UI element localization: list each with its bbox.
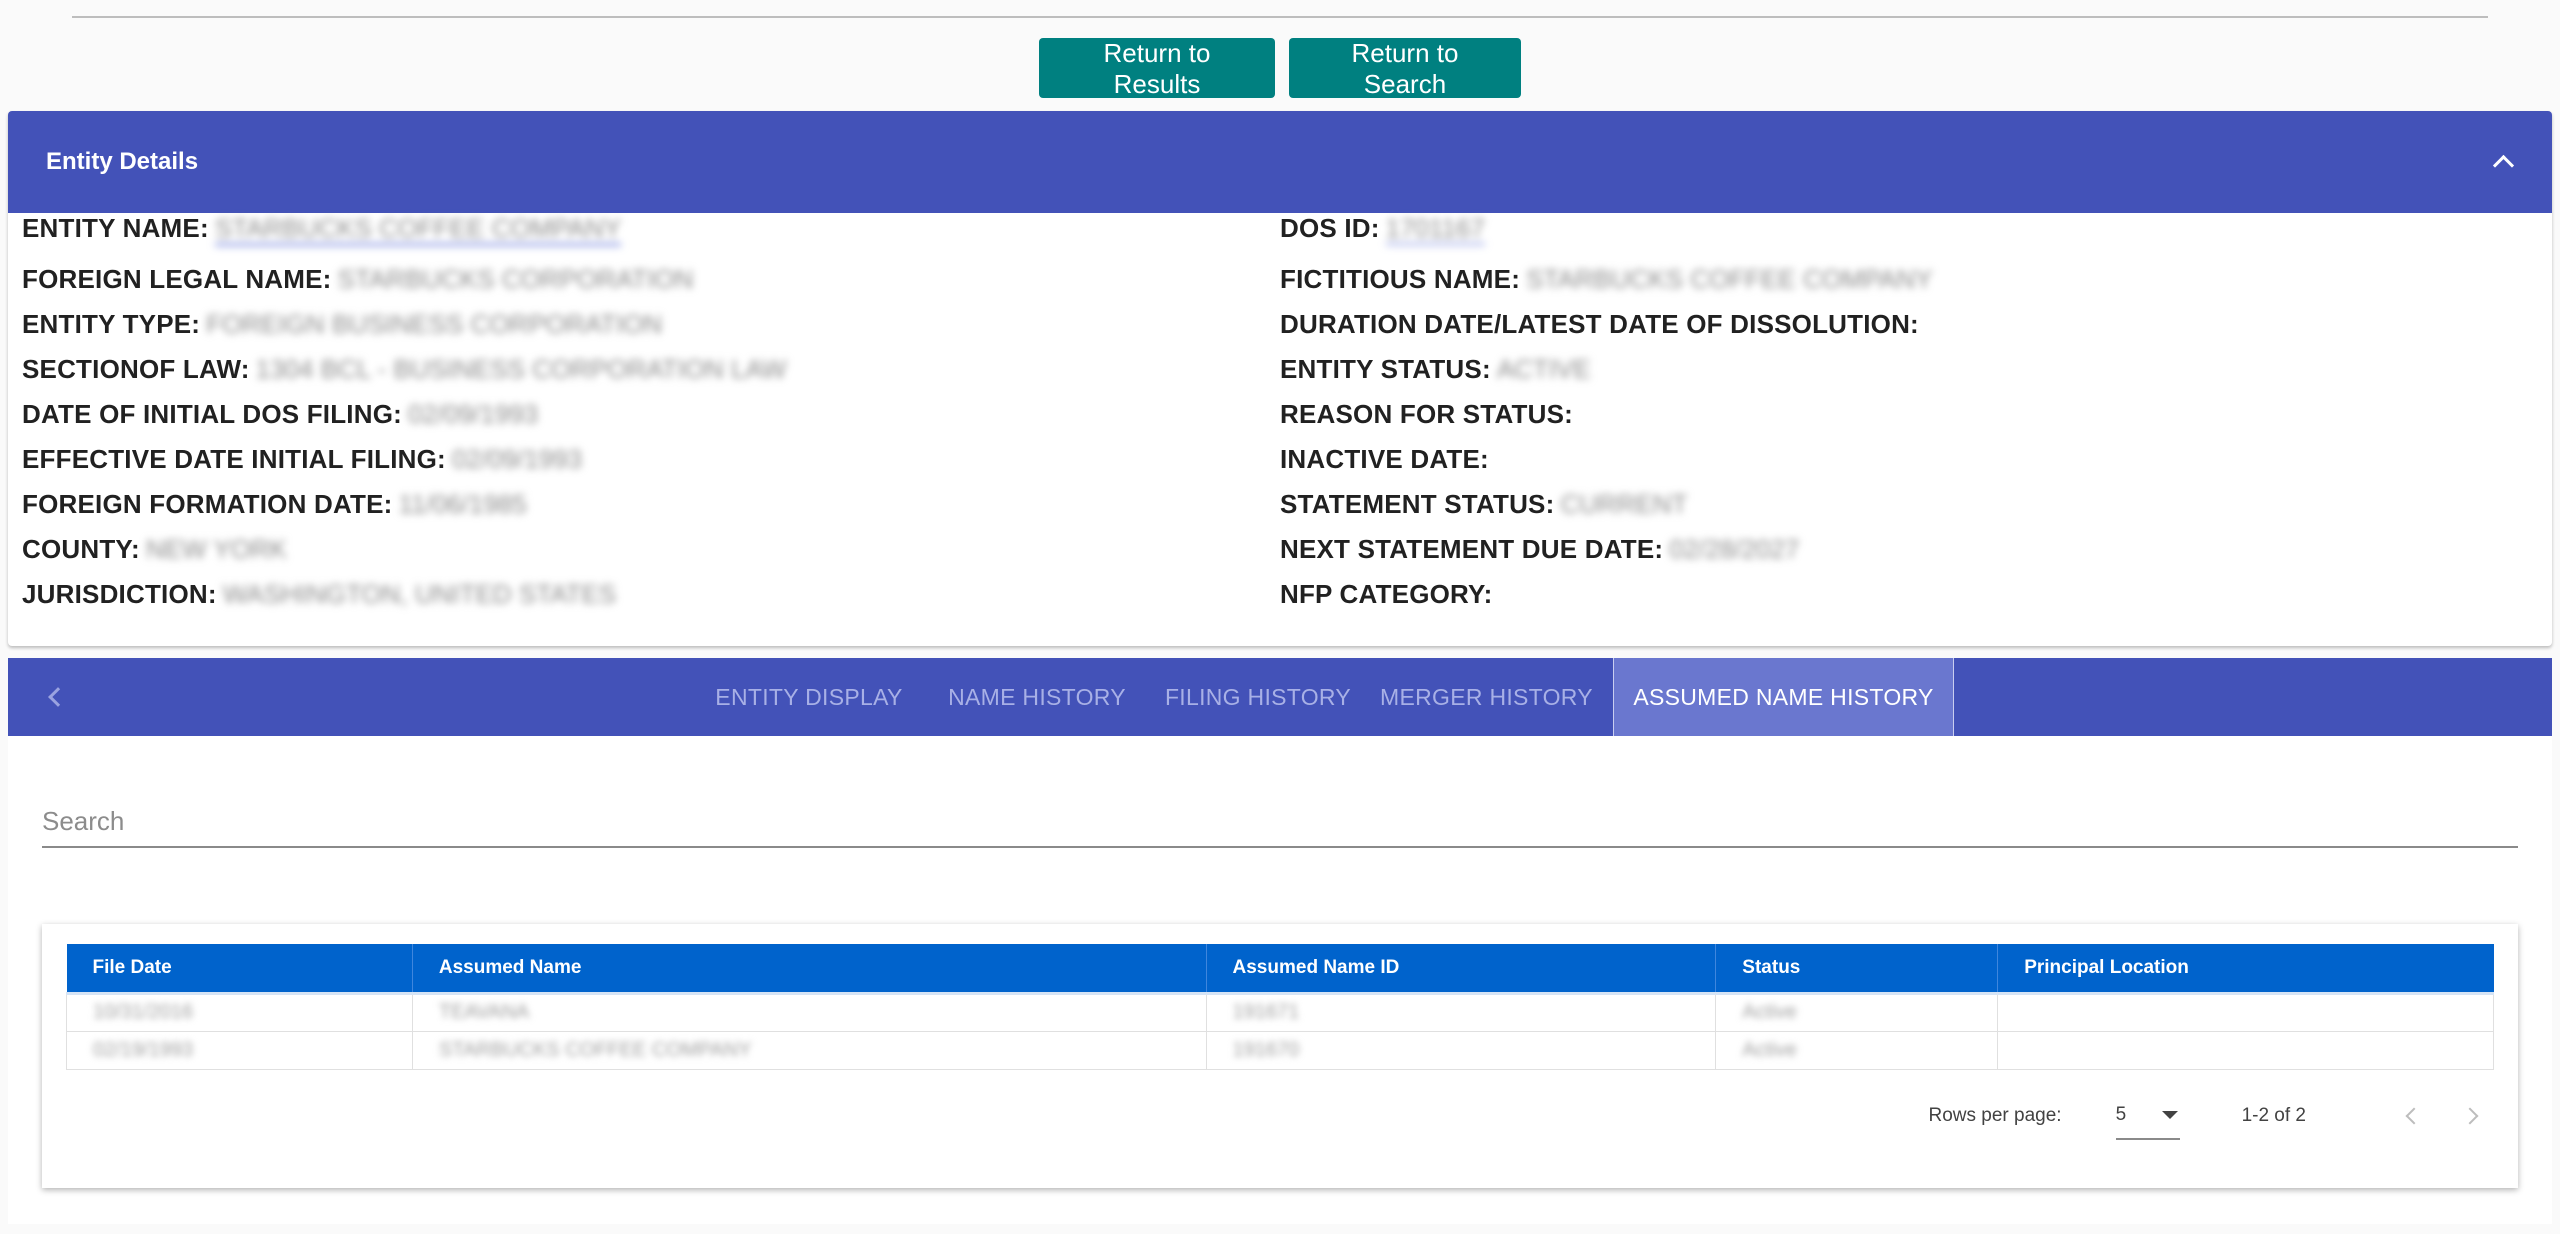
detail-value: 11/06/1985 bbox=[398, 489, 527, 519]
detail-label: REASON FOR STATUS: bbox=[1280, 399, 1573, 429]
detail-value: 1701167 bbox=[1385, 213, 1485, 245]
rows-per-page-value: 5 bbox=[2115, 1104, 2127, 1125]
rows-per-page-select[interactable]: 5 bbox=[2115, 1092, 2180, 1140]
detail-label: FOREIGN FORMATION DATE: bbox=[22, 489, 393, 519]
detail-label: NEXT STATEMENT DUE DATE: bbox=[1280, 534, 1664, 564]
tab-merger-history[interactable]: MERGER HISTORY bbox=[1380, 658, 1593, 736]
detail-value: 02/09/1993 bbox=[451, 444, 583, 474]
detail-label: JURISDICTION: bbox=[22, 579, 217, 609]
detail-label: NFP CATEGORY: bbox=[1280, 579, 1493, 609]
detail-label: DURATION DATE/LATEST DATE OF DISSOLUTION… bbox=[1280, 309, 1919, 339]
detail-row: COUNTY: NEW YORK bbox=[22, 527, 786, 572]
column-header-status[interactable]: Status bbox=[1715, 944, 1999, 993]
assumed-names-table: File Date Assumed Name Assumed Name ID S… bbox=[66, 944, 2494, 1070]
detail-row: ENTITY STATUS: ACTIVE bbox=[1280, 347, 1933, 392]
top-divider bbox=[72, 16, 2488, 18]
column-header-file-date[interactable]: File Date bbox=[66, 944, 413, 993]
detail-label: DATE OF INITIAL DOS FILING: bbox=[22, 399, 402, 429]
entity-details-header[interactable]: Entity Details bbox=[8, 111, 2552, 213]
search-input[interactable] bbox=[42, 798, 2518, 844]
entity-details-title: Entity Details bbox=[46, 148, 199, 175]
detail-label: ENTITY TYPE: bbox=[22, 309, 201, 339]
entity-details-card: Entity Details ENTITY NAME: STARBUCKS COF… bbox=[8, 111, 2552, 646]
detail-label: FICTITIOUS NAME: bbox=[1280, 264, 1521, 294]
detail-row: FOREIGN LEGAL NAME: STARBUCKS CORPORATION bbox=[22, 257, 786, 302]
previous-page-icon[interactable] bbox=[2400, 1104, 2424, 1128]
action-buttons: Return to Results Return to Search bbox=[0, 38, 2560, 99]
detail-row: NFP CATEGORY: bbox=[1280, 572, 1933, 617]
return-to-results-button[interactable]: Return to Results bbox=[1039, 38, 1275, 99]
detail-value: STARBUCKS COFFEE COMPANY bbox=[1526, 264, 1933, 294]
detail-label: EFFECTIVE DATE INITIAL FILING: bbox=[22, 444, 446, 474]
detail-value: STARBUCKS COFFEE COMPANY bbox=[214, 213, 622, 246]
cell-file-date: 10/31/2016 bbox=[66, 991, 413, 1032]
cell-assumed-name-id: 191671 bbox=[1206, 991, 1717, 1032]
tab-entity-display[interactable]: ENTITY DISPLAY bbox=[700, 658, 918, 736]
rows-per-page-label: Rows per page: bbox=[1928, 1105, 2062, 1126]
detail-value: 02/09/1993 bbox=[407, 399, 539, 429]
detail-value: WASHINGTON, UNITED STATES bbox=[222, 579, 617, 609]
dropdown-caret-icon bbox=[2161, 1111, 2178, 1119]
tabs-scroll-left-icon[interactable] bbox=[44, 685, 68, 709]
detail-value: 02/28/2027 bbox=[1669, 534, 1800, 564]
column-header-assumed-name[interactable]: Assumed Name bbox=[412, 944, 1207, 993]
detail-row: FOREIGN FORMATION DATE: 11/06/1985 bbox=[22, 482, 786, 527]
detail-row: REASON FOR STATUS: bbox=[1280, 392, 1933, 437]
cell-status: Active bbox=[1715, 1031, 1999, 1070]
detail-row: SECTIONOF LAW: 1304 BCL - BUSINESS CORPOR… bbox=[22, 347, 786, 392]
detail-value: NEW YORK bbox=[145, 534, 288, 564]
cell-assumed-name-id: 191670 bbox=[1206, 1031, 1717, 1070]
detail-row: NEXT STATEMENT DUE DATE: 02/28/2027 bbox=[1280, 527, 1933, 572]
cell-file-date: 02/19/1993 bbox=[66, 1031, 413, 1070]
detail-value: FOREIGN BUSINESS CORPORATION bbox=[206, 309, 663, 339]
collapse-chevron-up-icon[interactable] bbox=[2490, 150, 2514, 174]
column-header-principal-location[interactable]: Principal Location bbox=[1998, 944, 2494, 993]
detail-label: SECTIONOF LAW: bbox=[22, 354, 250, 384]
column-header-assumed-name-id[interactable]: Assumed Name ID bbox=[1206, 944, 1717, 993]
cell-principal-location bbox=[1997, 1031, 2494, 1070]
detail-label: INACTIVE DATE: bbox=[1280, 444, 1489, 474]
search-field bbox=[42, 798, 2518, 848]
detail-label: STATEMENT STATUS: bbox=[1280, 489, 1555, 519]
detail-row: FICTITIOUS NAME: STARBUCKS COFFEE COMPANY bbox=[1280, 257, 1933, 302]
detail-label: COUNTY: bbox=[22, 534, 140, 564]
detail-row: DURATION DATE/LATEST DATE OF DISSOLUTION… bbox=[1280, 302, 1933, 347]
assumed-names-table-card: File Date Assumed Name Assumed Name ID S… bbox=[42, 924, 2518, 1188]
detail-row: DOS ID: 1701167 bbox=[1280, 213, 1933, 257]
detail-row: JURISDICTION: WASHINGTON, UNITED STATES bbox=[22, 572, 786, 617]
detail-label: DOS ID: bbox=[1280, 213, 1380, 243]
detail-row: DATE OF INITIAL DOS FILING: 02/09/1993 bbox=[22, 392, 786, 437]
detail-value: STARBUCKS CORPORATION bbox=[337, 264, 694, 294]
detail-row: STATEMENT STATUS: CURRENT bbox=[1280, 482, 1933, 527]
table-row[interactable]: 02/19/1993 STARBUCKS COFFEE COMPANY 1916… bbox=[66, 1031, 2494, 1070]
assumed-name-history-panel: File Date Assumed Name Assumed Name ID S… bbox=[8, 736, 2552, 1224]
return-to-search-button[interactable]: Return to Search bbox=[1289, 38, 1521, 99]
details-right-column: DOS ID: 1701167 FICTITIOUS NAME: STARBUCKS … bbox=[1280, 213, 1933, 617]
details-left-column: ENTITY NAME: STARBUCKS COFFEE COMPANY FORE… bbox=[22, 213, 786, 617]
table-pagination: Rows per page: 5 1-2 of 2 bbox=[1928, 1092, 2484, 1140]
pagination-range: 1-2 of 2 bbox=[2241, 1105, 2306, 1126]
detail-label: ENTITY STATUS: bbox=[1280, 354, 1491, 384]
next-page-icon[interactable] bbox=[2460, 1104, 2484, 1128]
detail-value: ACTIVE bbox=[1496, 354, 1591, 384]
detail-value: CURRENT bbox=[1560, 489, 1688, 519]
cell-status: Active bbox=[1715, 991, 1999, 1032]
table-header-row: File Date Assumed Name Assumed Name ID S… bbox=[66, 944, 2494, 993]
detail-label: ENTITY NAME: bbox=[22, 213, 209, 243]
cell-assumed-name: STARBUCKS COFFEE COMPANY bbox=[412, 1031, 1207, 1070]
tab-name-history[interactable]: NAME HISTORY bbox=[934, 658, 1140, 736]
tab-assumed-name-history[interactable]: ASSUMED NAME HISTORY bbox=[1613, 658, 1954, 736]
detail-row: ENTITY TYPE: FOREIGN BUSINESS CORPORATION bbox=[22, 302, 786, 347]
cell-assumed-name: TEAVANA bbox=[412, 991, 1207, 1032]
cell-principal-location bbox=[1997, 991, 2494, 1032]
detail-row: ENTITY NAME: STARBUCKS COFFEE COMPANY bbox=[22, 213, 786, 257]
tab-filing-history[interactable]: FILING HISTORY bbox=[1158, 658, 1358, 736]
detail-label: FOREIGN LEGAL NAME: bbox=[22, 264, 332, 294]
tabs-bar: ENTITY DISPLAY NAME HISTORY FILING HISTO… bbox=[8, 658, 2552, 736]
detail-row: INACTIVE DATE: bbox=[1280, 437, 1933, 482]
detail-value: 1304 BCL - BUSINESS CORPORATION LAW bbox=[255, 354, 787, 384]
detail-row: EFFECTIVE DATE INITIAL FILING: 02/09/1993 bbox=[22, 437, 786, 482]
table-row[interactable]: 10/31/2016 TEAVANA 191671 Active bbox=[66, 991, 2494, 1032]
